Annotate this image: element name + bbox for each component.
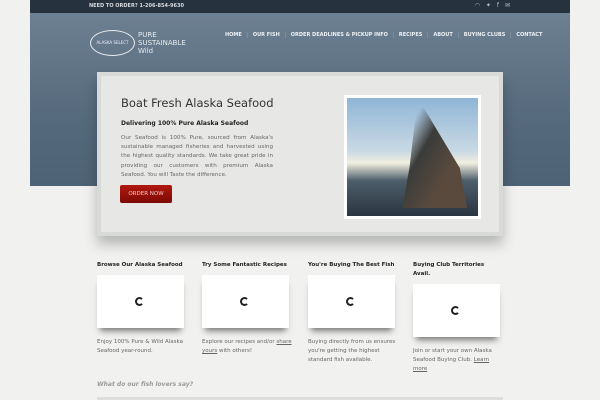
image-card[interactable] <box>413 284 500 337</box>
order-now-button[interactable]: ORDER NOW <box>120 185 172 203</box>
column-title: Buying Club Territories Avail. <box>413 262 485 277</box>
image-card[interactable] <box>202 275 289 328</box>
column-text: Buying directly from us ensures you're g… <box>308 339 396 363</box>
loading-spinner-icon <box>240 297 249 306</box>
hero: Boat Fresh Alaska Seafood Delivering 100… <box>97 72 503 236</box>
phone-number: NEED TO ORDER? 1-206-854-9630 <box>89 3 184 9</box>
image-card[interactable] <box>97 275 184 328</box>
hero-subtitle: Delivering 100% Pure Alaska Seafood <box>121 120 249 127</box>
text: Explore our recipes and/or <box>202 339 277 345</box>
social-links: ◠ ✦ f ✉ <box>475 2 510 9</box>
nav-contact[interactable]: CONTACT <box>510 32 547 38</box>
loading-spinner-icon <box>135 297 144 306</box>
tagline-line: Wild <box>138 47 154 55</box>
main-nav: HOME OUR FISH ORDER DEADLINES & PICKUP I… <box>220 32 547 38</box>
nav-recipes[interactable]: RECIPES <box>392 32 427 38</box>
tagline: PURE SUSTAINABLE Wild <box>138 31 186 55</box>
nav-home[interactable]: HOME <box>220 32 247 38</box>
nav-order-deadlines[interactable]: ORDER DEADLINES & PICKUP INFO <box>284 32 393 38</box>
column-title: You're Buying The Best Fish <box>308 262 395 268</box>
loading-spinner-icon <box>346 297 355 306</box>
column-text: Enjoy 100% Pure & Wild Alaska Seafood ye… <box>97 339 183 354</box>
text: with others! <box>217 348 253 354</box>
loading-spinner-icon <box>451 306 460 315</box>
tagline-line: SUSTAINABLE <box>138 39 186 47</box>
email-icon[interactable]: ✉ <box>505 2 510 9</box>
nav-about[interactable]: ABOUT <box>427 32 457 38</box>
hero-body: Our Seafood is 100% Pure, sourced from A… <box>121 135 273 178</box>
top-bar: NEED TO ORDER? 1-206-854-9630 ◠ ✦ f ✉ <box>30 0 570 13</box>
facebook-icon[interactable]: f <box>497 2 499 9</box>
column-buying-club: Buying Club Territories Avail. Join or s… <box>413 261 503 374</box>
twitter-icon[interactable]: ✦ <box>486 2 491 9</box>
fishing-boat-photo <box>344 95 481 219</box>
rss-icon[interactable]: ◠ <box>475 2 480 9</box>
column-text: Join or start your own Alaska Seafood Bu… <box>413 347 503 374</box>
tagline-line: PURE <box>138 31 157 39</box>
logo[interactable]: ALASKA SELECT <box>90 30 135 56</box>
nav-our-fish[interactable]: OUR FISH <box>246 32 285 38</box>
image-card[interactable] <box>308 275 395 328</box>
column-best-fish: You're Buying The Best Fish Buying direc… <box>308 261 398 365</box>
nav-buying-clubs[interactable]: BUYING CLUBS <box>457 32 511 38</box>
column-browse: Browse Our Alaska Seafood Enjoy 100% Pur… <box>97 261 187 356</box>
column-title: Try Some Fantastic Recipes <box>202 262 287 268</box>
testimonials-heading: What do our fish lovers say? <box>97 381 194 388</box>
column-text: Explore our recipes and/or share yours w… <box>202 338 292 356</box>
hero-title: Boat Fresh Alaska Seafood <box>121 96 274 110</box>
column-title: Browse Our Alaska Seafood <box>97 262 183 268</box>
column-recipes: Try Some Fantastic Recipes Explore our r… <box>202 261 292 356</box>
